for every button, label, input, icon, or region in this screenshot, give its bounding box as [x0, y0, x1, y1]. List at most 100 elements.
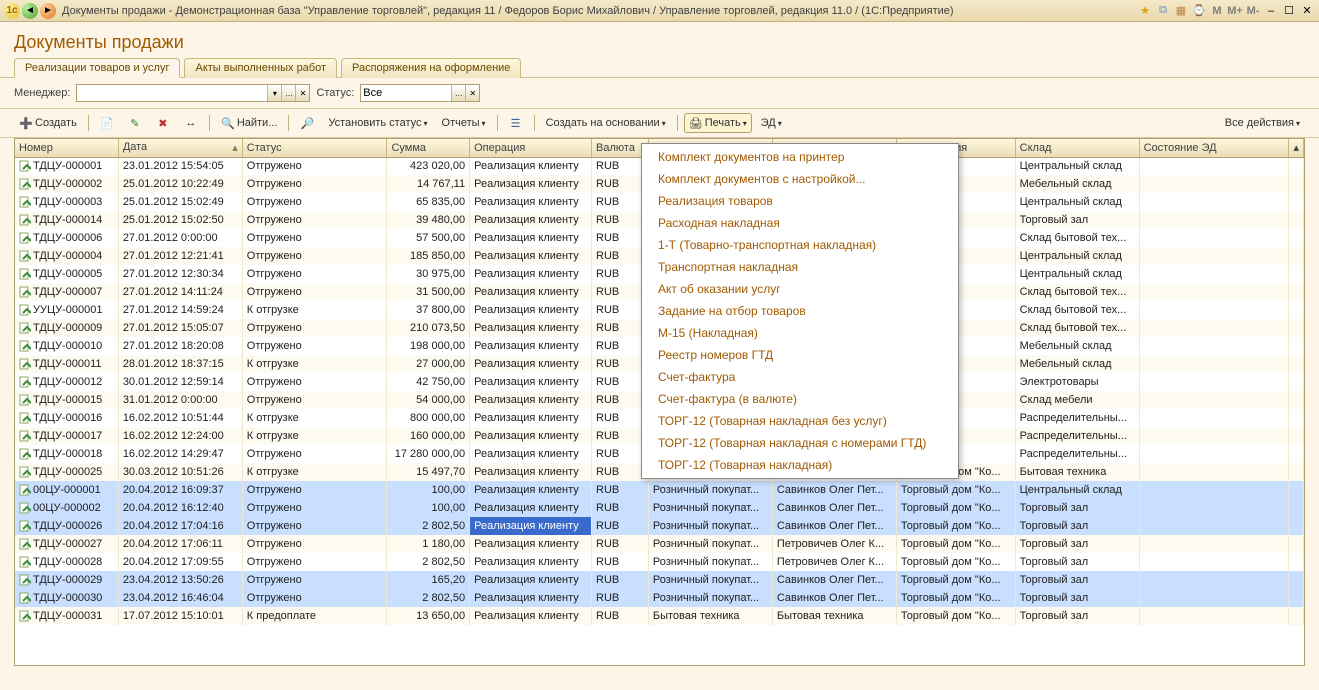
tab-realizations[interactable]: Реализации товаров и услуг — [14, 58, 180, 78]
ed-button[interactable]: ЭД▾ — [756, 113, 787, 133]
doc-icon — [19, 196, 31, 208]
manager-combo[interactable]: ▾ … ✕ — [76, 84, 310, 102]
doc-icon — [19, 484, 31, 496]
search-icon: 🔍 — [221, 116, 235, 130]
cancel-search-icon: 🔎 — [300, 116, 314, 130]
print-menu-item[interactable]: Задание на отбор товаров — [642, 300, 958, 322]
create-based-button[interactable]: Создать на основании▾ — [541, 113, 671, 133]
clear-icon[interactable]: ✕ — [465, 85, 479, 101]
print-menu-item[interactable]: Реализация товаров — [642, 190, 958, 212]
table-row[interactable]: ТДЦУ-00003023.04.2012 16:46:04Отгружено2… — [15, 589, 1304, 607]
maximize-icon[interactable]: ☐ — [1281, 3, 1297, 19]
all-actions-button[interactable]: Все действия▾ — [1220, 113, 1305, 133]
print-menu-item[interactable]: Реестр номеров ГТД — [642, 344, 958, 366]
doc-icon — [19, 160, 31, 172]
ellipsis-icon[interactable]: … — [451, 85, 465, 101]
print-menu-item[interactable]: Комплект документов с настройкой... — [642, 168, 958, 190]
table-row[interactable]: ТДЦУ-00002720.04.2012 17:06:11Отгружено1… — [15, 535, 1304, 553]
doc-icon — [19, 556, 31, 568]
col-status[interactable]: Статус — [242, 139, 387, 157]
print-menu-item[interactable]: М-15 (Накладная) — [642, 322, 958, 344]
app-icon: 1c — [4, 3, 20, 19]
window-titlebar: 1c ◄ ► Документы продажи - Демонстрацион… — [0, 0, 1319, 22]
filter-row: Менеджер: ▾ … ✕ Статус: … ✕ — [0, 78, 1319, 109]
print-menu-item[interactable]: ТОРГ-12 (Товарная накладная без услуг) — [642, 410, 958, 432]
print-menu-item[interactable]: 1-Т (Товарно-транспортная накладная) — [642, 234, 958, 256]
col-ed-state[interactable]: Состояние ЭД — [1139, 139, 1289, 157]
calc-icon[interactable]: ▦ — [1173, 3, 1189, 19]
tabs-bar: Реализации товаров и услуг Акты выполнен… — [0, 57, 1319, 78]
col-sum[interactable]: Сумма — [387, 139, 470, 157]
plus-icon: ➕ — [19, 116, 33, 130]
doc-icon — [19, 250, 31, 262]
m-plus-icon[interactable]: M+ — [1227, 3, 1243, 19]
print-menu-item[interactable]: Счет-фактура (в валюте) — [642, 388, 958, 410]
col-warehouse[interactable]: Склад — [1015, 139, 1139, 157]
doc-icon — [19, 448, 31, 460]
table-row[interactable]: ТДЦУ-00002620.04.2012 17:04:16Отгружено2… — [15, 517, 1304, 535]
tab-orders[interactable]: Распоряжения на оформление — [341, 58, 521, 78]
sort-asc-icon: ▴ — [232, 141, 238, 154]
toolbar: ➕Создать 📄 ✎ ✖ ↔ 🔍Найти... 🔎 Установить … — [0, 109, 1319, 138]
manager-input[interactable] — [77, 85, 267, 101]
print-menu-item[interactable]: ТОРГ-12 (Товарная накладная) — [642, 454, 958, 476]
col-currency[interactable]: Валюта — [592, 139, 649, 157]
doc-icon — [19, 430, 31, 442]
nav-back-icon[interactable]: ◄ — [22, 3, 38, 19]
doc-icon — [19, 394, 31, 406]
edit-button[interactable]: ✎ — [123, 113, 147, 133]
doc-icon — [19, 538, 31, 550]
clear-icon[interactable]: ✕ — [295, 85, 309, 101]
doc-icon — [19, 340, 31, 352]
print-menu-item[interactable]: Транспортная накладная — [642, 256, 958, 278]
table-row[interactable]: ТДЦУ-00002820.04.2012 17:09:55Отгружено2… — [15, 553, 1304, 571]
print-menu-item[interactable]: Акт об оказании услуг — [642, 278, 958, 300]
page-title: Документы продажи — [0, 22, 1319, 57]
ellipsis-icon[interactable]: … — [281, 85, 295, 101]
printer-icon: 🖨 — [689, 116, 703, 130]
close-icon[interactable]: ✕ — [1299, 3, 1315, 19]
minimize-icon[interactable]: – — [1263, 3, 1279, 19]
print-menu-item[interactable]: Комплект документов на принтер — [642, 146, 958, 168]
find-button[interactable]: 🔍Найти... — [216, 113, 283, 133]
print-button[interactable]: 🖨Печать▾ — [684, 113, 752, 133]
doc-icon — [19, 610, 31, 622]
refresh-button[interactable]: ↔ — [179, 113, 203, 133]
status-combo[interactable]: … ✕ — [360, 84, 480, 102]
delete-button[interactable]: ✖ — [151, 113, 175, 133]
create-button[interactable]: ➕Создать — [14, 113, 82, 133]
delete-icon: ✖ — [156, 116, 170, 130]
pencil-icon: ✎ — [128, 116, 142, 130]
list-settings-button[interactable]: ☰ — [504, 113, 528, 133]
table-row[interactable]: ТДЦУ-00003117.07.2012 15:10:01К предопла… — [15, 607, 1304, 625]
print-menu-item[interactable]: ТОРГ-12 (Товарная накладная с номерами Г… — [642, 432, 958, 454]
doc-icon — [19, 592, 31, 604]
table-row[interactable]: ТДЦУ-00002923.04.2012 13:50:26Отгружено1… — [15, 571, 1304, 589]
col-scroll: ▴ — [1289, 139, 1304, 157]
cancel-search-button[interactable]: 🔎 — [295, 113, 319, 133]
set-status-button[interactable]: Установить статус▾ — [323, 113, 432, 133]
calendar-icon[interactable]: ⌚ — [1191, 3, 1207, 19]
m-icon[interactable]: M — [1209, 3, 1225, 19]
doc-icon — [19, 178, 31, 190]
print-menu-item[interactable]: Расходная накладная — [642, 212, 958, 234]
col-date[interactable]: Дата ▴ — [118, 139, 242, 157]
link-icon[interactable]: ⧉ — [1155, 3, 1171, 19]
col-operation[interactable]: Операция — [470, 139, 592, 157]
doc-icon — [19, 502, 31, 514]
window-title: Документы продажи - Демонстрационная баз… — [62, 5, 1137, 17]
m-minus-icon[interactable]: M- — [1245, 3, 1261, 19]
copy-icon: 📄 — [100, 116, 114, 130]
copy-button[interactable]: 📄 — [95, 113, 119, 133]
table-row[interactable]: 00ЦУ-00000120.04.2012 16:09:37Отгружено1… — [15, 481, 1304, 499]
col-number[interactable]: Номер — [15, 139, 118, 157]
fav-icon[interactable]: ★ — [1137, 3, 1153, 19]
tab-acts[interactable]: Акты выполненных работ — [184, 58, 337, 78]
table-row[interactable]: 00ЦУ-00000220.04.2012 16:12:40Отгружено1… — [15, 499, 1304, 517]
print-menu-item[interactable]: Счет-фактура — [642, 366, 958, 388]
reports-button[interactable]: Отчеты▾ — [437, 113, 491, 133]
chevron-down-icon[interactable]: ▾ — [267, 85, 281, 101]
nav-fwd-icon[interactable]: ► — [40, 3, 56, 19]
doc-icon — [19, 268, 31, 280]
status-input[interactable] — [361, 85, 451, 101]
